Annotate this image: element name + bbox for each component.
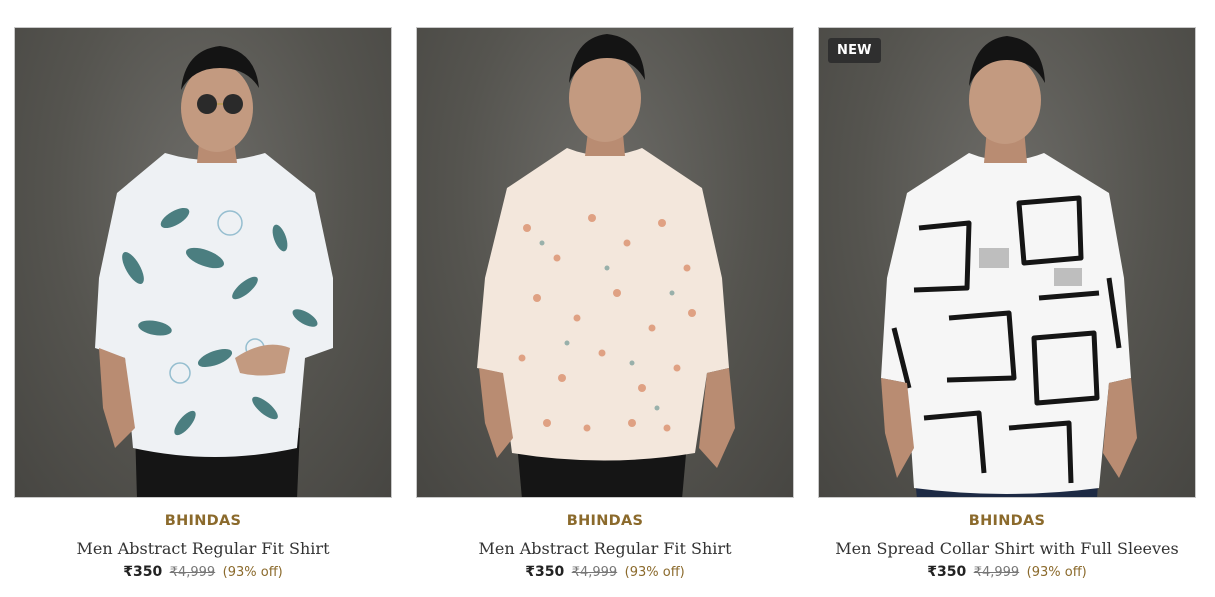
product-card[interactable]: NEW BHINDAS Men Spread Collar Shirt with… <box>818 27 1196 584</box>
discount-label: (93% off) <box>1026 565 1087 580</box>
model-shirt-black-white-abstract-icon <box>881 36 1137 497</box>
product-title[interactable]: Men Abstract Regular Fit Shirt <box>14 538 392 560</box>
original-price: ₹4,999 <box>973 565 1020 580</box>
price-row: ₹350 ₹4,999 (93% off) <box>14 561 392 584</box>
discount-label: (93% off) <box>222 565 283 580</box>
sale-price: ₹350 <box>123 564 163 580</box>
sale-price: ₹350 <box>927 564 967 580</box>
product-card[interactable]: BHINDAS Men Abstract Regular Fit Shirt ₹… <box>416 27 794 584</box>
discount-label: (93% off) <box>624 565 685 580</box>
brand-name: BHINDAS <box>968 513 1046 529</box>
model-shirt-blue-floral-icon <box>95 46 333 497</box>
brand-name: BHINDAS <box>164 513 242 529</box>
brand-name: BHINDAS <box>566 513 644 529</box>
product-image[interactable] <box>14 27 392 498</box>
original-price: ₹4,999 <box>571 565 618 580</box>
price-row: ₹350 ₹4,999 (93% off) <box>416 561 794 584</box>
new-badge: NEW <box>828 38 881 63</box>
product-image[interactable]: NEW <box>818 27 1196 498</box>
price-row: ₹350 ₹4,999 (93% off) <box>818 561 1196 584</box>
product-image[interactable] <box>416 27 794 498</box>
original-price: ₹4,999 <box>169 565 216 580</box>
product-card[interactable]: BHINDAS Men Abstract Regular Fit Shirt ₹… <box>14 27 392 584</box>
product-grid: BHINDAS Men Abstract Regular Fit Shirt ₹… <box>0 0 1215 597</box>
model-shirt-peach-floral-icon <box>477 34 735 497</box>
sale-price: ₹350 <box>525 564 565 580</box>
product-title[interactable]: Men Spread Collar Shirt with Full Sleeve… <box>818 538 1196 560</box>
product-title[interactable]: Men Abstract Regular Fit Shirt <box>416 538 794 560</box>
